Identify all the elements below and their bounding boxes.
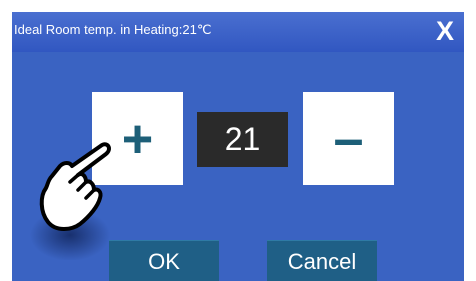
cancel-button[interactable]: Cancel	[267, 240, 377, 281]
decrease-button[interactable]: –	[303, 92, 394, 185]
temperature-value: 21	[197, 112, 288, 167]
increase-button[interactable]: +	[92, 92, 183, 185]
temperature-dialog: Ideal Room temp. in Heating:21℃ X + 21 –…	[12, 12, 464, 281]
close-button[interactable]: X	[436, 16, 454, 47]
ok-button[interactable]: OK	[109, 240, 219, 281]
title-bar: Ideal Room temp. in Heating:21℃ X	[12, 12, 464, 52]
dialog-title: Ideal Room temp. in Heating:21℃	[14, 22, 212, 37]
